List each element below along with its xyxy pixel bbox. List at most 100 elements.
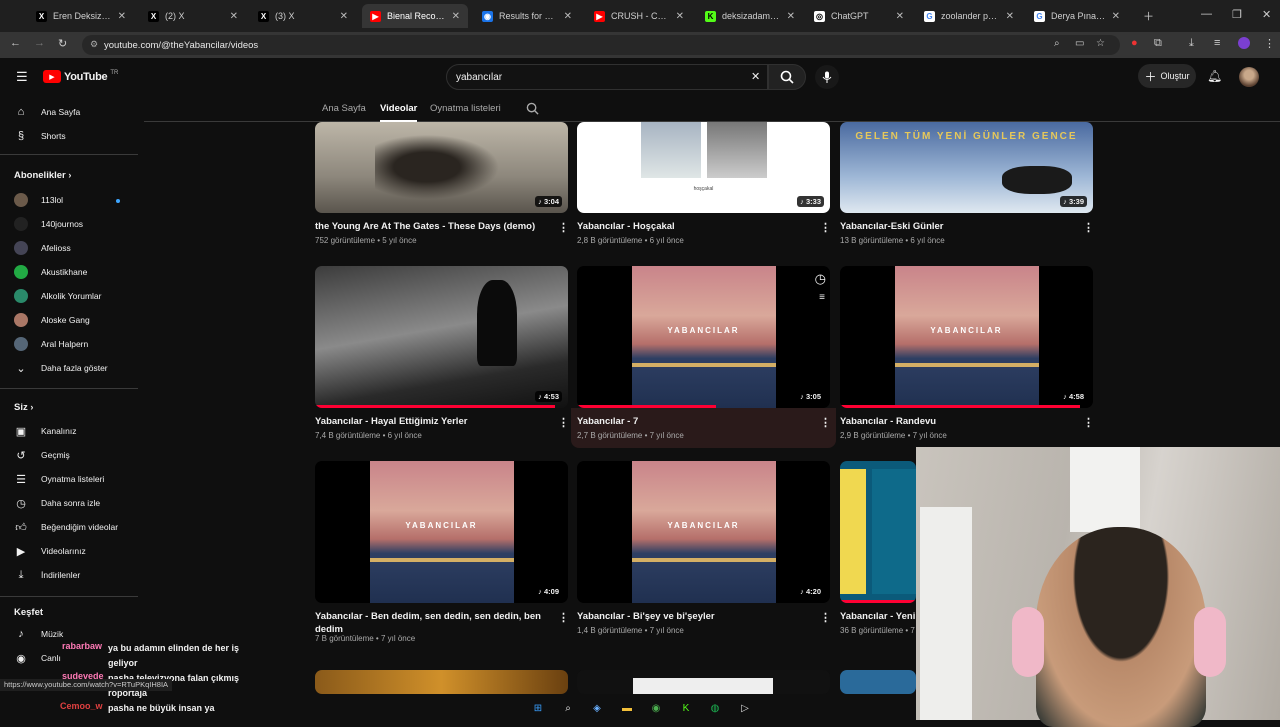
video-title[interactable]: Yabancılar - 7	[577, 415, 805, 428]
video-title[interactable]: the Young Are At The Gates - These Days …	[315, 220, 543, 233]
start-icon[interactable]: ⊞	[529, 699, 547, 717]
video-thumbnail[interactable]: hoşçakal ♪ 3:33	[577, 122, 830, 213]
video-title[interactable]: Yabancılar - Ben dedim, sen dedin, sen d…	[315, 610, 543, 636]
video-thumbnail[interactable]: YABANCILAR ♪ 4:09	[315, 461, 568, 603]
sidebar-item[interactable]: 👍︎ Beğendiğim videolar	[14, 519, 118, 535]
video-thumbnail[interactable]: YABANCILAR ♪ 3:05 ◷ ≡	[577, 266, 830, 408]
sidebar-item[interactable]: § Shorts	[14, 128, 66, 144]
explore-header[interactable]: Keşfet	[14, 607, 43, 618]
chrome-icon[interactable]: ◉	[647, 699, 665, 717]
show-more-button[interactable]: ⌄ Daha fazla göster	[14, 360, 107, 376]
tab-close-icon[interactable]: ✕	[1112, 11, 1120, 22]
voice-search-button[interactable]	[815, 65, 839, 89]
sidebar-item[interactable]: ♪ Müzik	[14, 626, 63, 642]
browser-tab[interactable]: Gzoolander pose - (✕	[916, 4, 1022, 28]
sidebar-item[interactable]: Afelioss	[14, 240, 71, 256]
video-options-icon[interactable]: ⋮	[558, 221, 569, 234]
browser-tab[interactable]: ▶ Bienal Records - Y ✕	[362, 4, 468, 28]
video-thumbnail[interactable]: GELEN TÜM YENİ GÜNLER GENCE ♪ 3:39	[840, 122, 1093, 213]
notifications-bell-icon[interactable]: 🔔︎	[1207, 69, 1222, 83]
video-thumbnail-partial[interactable]	[840, 670, 916, 694]
sidebar-item[interactable]: Aral Halpern	[14, 336, 88, 352]
reload-icon[interactable]: ↻	[58, 37, 67, 50]
video-title[interactable]: Yabancılar - Hoşçakal	[577, 220, 805, 233]
browser-tab[interactable]: ◎ ChatGPT ✕	[806, 4, 912, 28]
video-options-icon[interactable]: ⋮	[820, 611, 831, 624]
tab-close-icon[interactable]: ✕	[230, 11, 238, 22]
tab-home[interactable]: Ana Sayfa	[322, 103, 366, 114]
video-options-icon[interactable]: ⋮	[558, 416, 569, 429]
new-tab-button[interactable]: ＋	[1143, 8, 1154, 24]
tab-playlists[interactable]: Oynatma listeleri	[430, 103, 501, 114]
tab-videos[interactable]: Videolar	[380, 103, 417, 114]
sidebar-item[interactable]: ▶ Videolarınız	[14, 543, 86, 559]
sidebar-item[interactable]: Akustikhane	[14, 264, 87, 280]
tab-close-icon[interactable]: ✕	[564, 11, 572, 22]
kick-icon[interactable]: K	[677, 699, 695, 717]
tab-close-icon[interactable]: ✕	[896, 11, 904, 22]
sidebar-item[interactable]: ☰ Oynatma listeleri	[14, 471, 104, 487]
browser-tab[interactable]: X (3) X ✕	[250, 4, 356, 28]
video-thumbnail[interactable]: YABANCILAR ♪ 4:58	[840, 266, 1093, 408]
video-title[interactable]: Yabancılar - Hayal Ettiğimiz Yerler	[315, 415, 543, 428]
address-bar[interactable]: ⚙ youtube.com/@theYabancilar/videos ⌕ ▭ …	[82, 35, 1120, 55]
maximize-button[interactable]: ❐	[1232, 8, 1242, 21]
video-thumbnail[interactable]	[840, 461, 916, 603]
tab-close-icon[interactable]: ✕	[1006, 11, 1014, 22]
video-options-icon[interactable]: ⋮	[820, 221, 831, 234]
video-thumbnail-partial[interactable]	[577, 670, 830, 694]
video-options-icon[interactable]: ⋮	[1083, 416, 1094, 429]
youtube-logo[interactable]: ▶ YouTube TR	[43, 70, 118, 83]
extension-icon[interactable]: ●	[1131, 37, 1138, 49]
hamburger-menu-icon[interactable]: ☰	[16, 69, 28, 85]
close-window-button[interactable]: ✕	[1262, 8, 1271, 21]
sidebar-item[interactable]: ⤓ İndirilenler	[14, 567, 81, 583]
tab-close-icon[interactable]: ✕	[452, 11, 460, 22]
site-info-icon[interactable]: ⚙	[90, 39, 98, 50]
steam-icon[interactable]: ◈	[588, 699, 606, 717]
sidebar-item[interactable]: Alkolik Yorumlar	[14, 288, 101, 304]
video-thumbnail-partial[interactable]	[315, 670, 568, 694]
video-options-icon[interactable]: ⋮	[1083, 221, 1094, 234]
sidebar-item[interactable]: 113lol	[14, 192, 63, 208]
cast-icon[interactable]: ▭	[1075, 38, 1084, 49]
tab-close-icon[interactable]: ✕	[118, 11, 126, 22]
browser-tab[interactable]: X Eren Deksiz (@de ✕	[28, 4, 134, 28]
zoom-icon[interactable]: ⌕	[1054, 38, 1060, 49]
browser-tab[interactable]: Kdeksizadam Strea ✕	[697, 4, 803, 28]
tab-close-icon[interactable]: ✕	[340, 11, 348, 22]
profile-avatar[interactable]	[1238, 37, 1250, 49]
channel-search-icon[interactable]	[526, 102, 539, 115]
video-thumbnail[interactable]: ♪ 4:53	[315, 266, 568, 408]
sidebar-item[interactable]: ⌂ Ana Sayfa	[14, 104, 81, 120]
extensions-puzzle-icon[interactable]: ⧉	[1154, 37, 1162, 50]
search-input[interactable]: yabancılar ✕	[446, 64, 768, 90]
sidebar-item[interactable]: ▣ Kanalınız	[14, 423, 77, 439]
video-title[interactable]: Yabancılar-Eski Günler	[840, 220, 1068, 233]
video-options-icon[interactable]: ⋮	[558, 611, 569, 624]
add-to-queue-icon[interactable]: ≡	[819, 292, 825, 303]
browser-tab[interactable]: X (2) X ✕	[140, 4, 246, 28]
spotify-icon[interactable]: ◍	[706, 699, 724, 717]
file-explorer-icon[interactable]: ▬	[618, 699, 636, 717]
clear-search-icon[interactable]: ✕	[751, 70, 760, 83]
sidebar-item[interactable]: ↺ Geçmiş	[14, 447, 69, 463]
browser-menu-icon[interactable]: ⋮	[1264, 37, 1275, 50]
sidebar-item[interactable]: ◉ Canlı	[14, 650, 61, 666]
sidebar-item[interactable]: Aloske Gang	[14, 312, 90, 328]
watch-later-icon[interactable]: ◷	[815, 271, 826, 287]
video-thumbnail[interactable]: YABANCILAR ♪ 4:20	[577, 461, 830, 603]
you-header[interactable]: Siz ›	[14, 402, 33, 413]
video-title[interactable]: Yabancılar - Yeni G	[840, 610, 916, 623]
browser-tab[interactable]: ◉ Results for quiz ld ✕	[474, 4, 580, 28]
sidebar-item[interactable]: 140journos	[14, 216, 83, 232]
subscriptions-header[interactable]: Abonelikler ›	[14, 170, 71, 181]
tab-close-icon[interactable]: ✕	[787, 11, 795, 22]
video-thumbnail[interactable]: ♪ 3:04	[315, 122, 568, 213]
sidebar-item[interactable]: ◷ Daha sonra izle	[14, 495, 100, 511]
browser-tab[interactable]: G Derya Pınar Ak - G ✕	[1026, 4, 1128, 28]
media-player-icon[interactable]: ▷	[736, 699, 754, 717]
video-title[interactable]: Yabancılar - Bi'şey ve bi'şeyler	[577, 610, 805, 623]
bookmark-star-icon[interactable]: ☆	[1096, 38, 1105, 49]
back-icon[interactable]: ←	[10, 37, 21, 49]
